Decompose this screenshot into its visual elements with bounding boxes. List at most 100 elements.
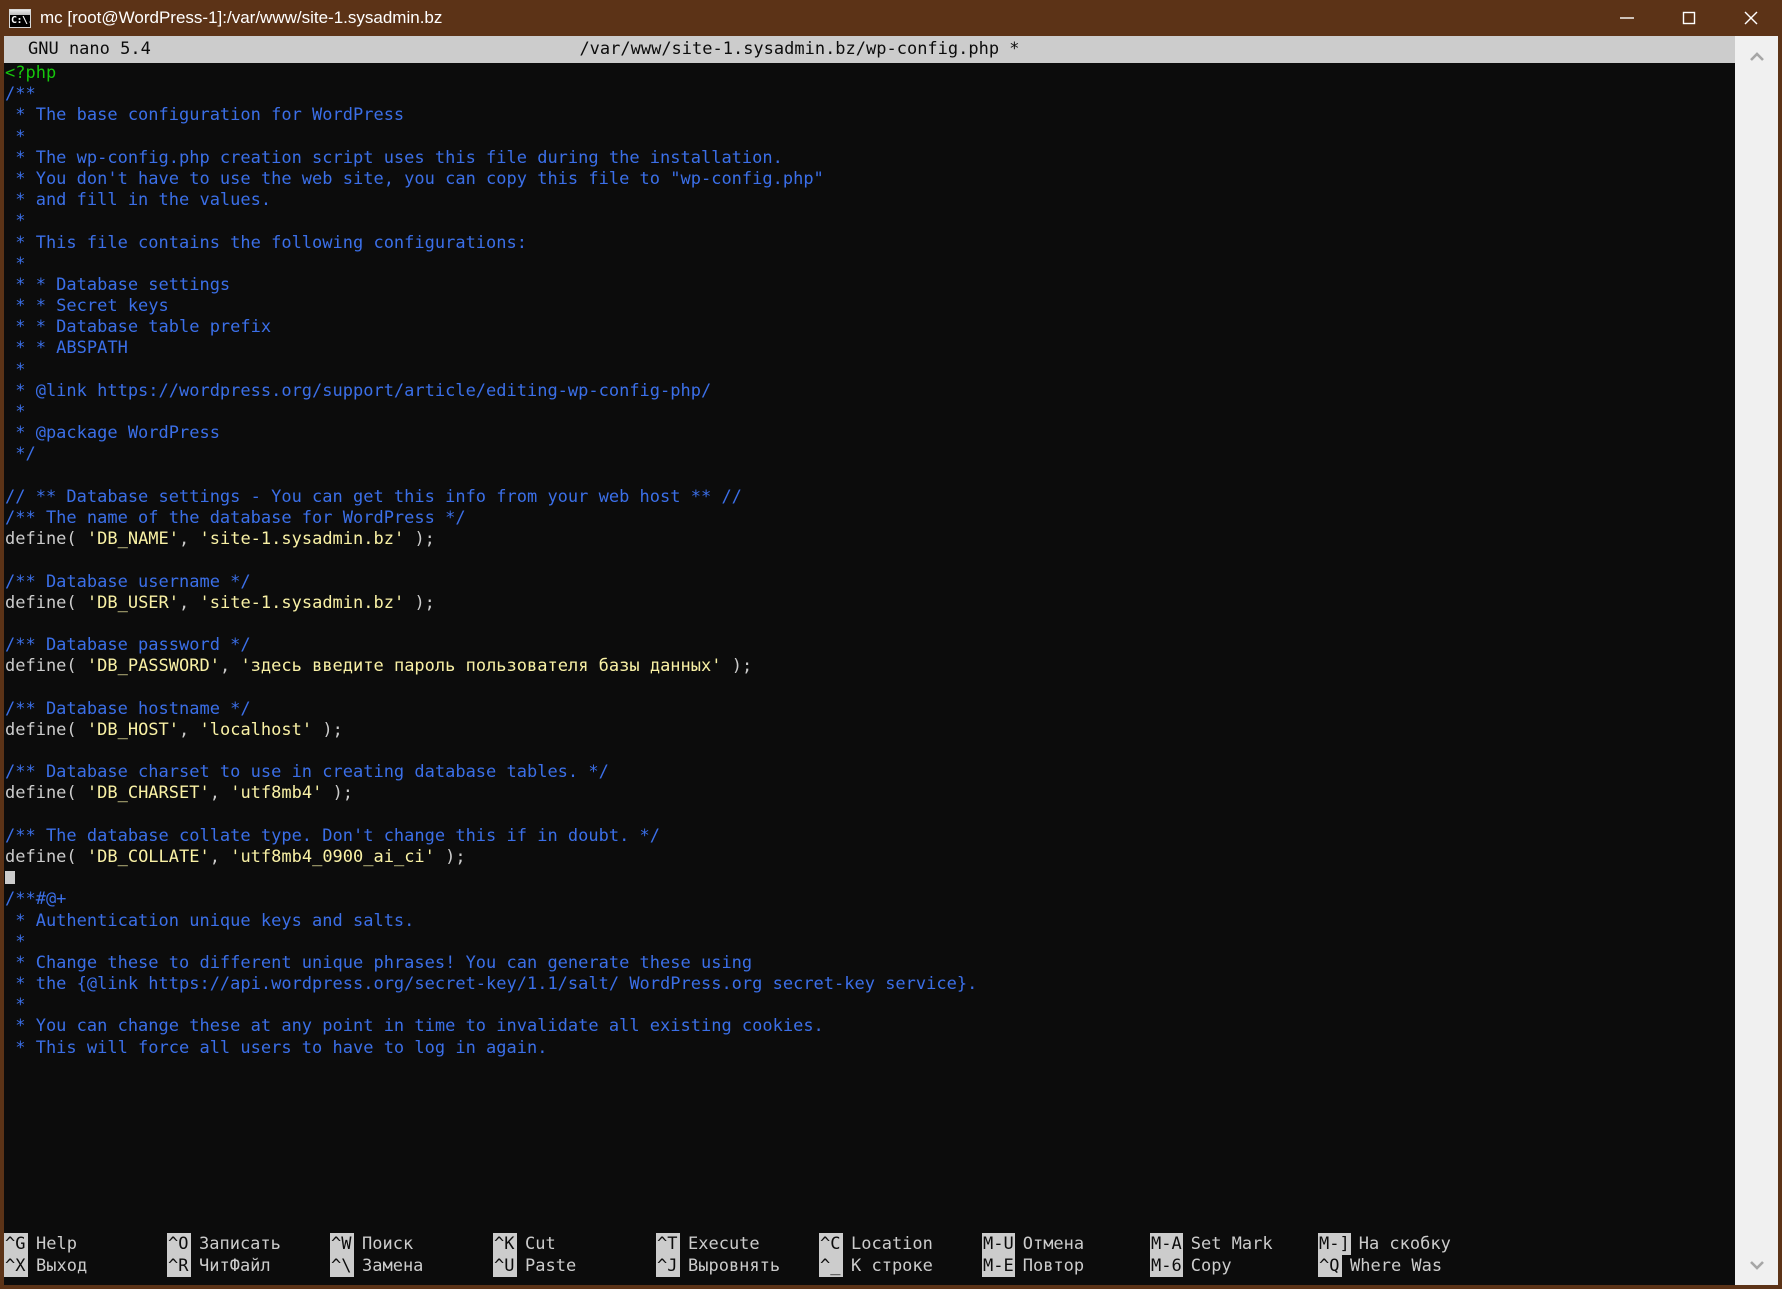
code-line: * The wp-config.php creation script uses… <box>5 148 1735 169</box>
code-line: * This file contains the following confi… <box>5 233 1735 254</box>
code-segment-string: 'здесь введите пароль пользователя базы … <box>240 656 722 677</box>
shortcut-where-was[interactable]: ^Q Where Was <box>1318 1255 1486 1277</box>
shortcut-execute[interactable]: ^T Execute <box>656 1233 819 1255</box>
shortcut-поиск[interactable]: ^W Поиск <box>330 1233 493 1255</box>
shortcut-key: M-E <box>982 1255 1015 1277</box>
code-line: * <box>5 127 1735 148</box>
code-segment-comment: * <box>5 995 26 1016</box>
shortcut-отмена[interactable]: M-U Отмена <box>982 1233 1150 1255</box>
shortcut-location[interactable]: ^C Location <box>819 1233 982 1255</box>
code-segment-string: 'site-1.sysadmin.bz' <box>199 592 405 613</box>
code-line: * the {@link https://api.wordpress.org/s… <box>5 974 1735 995</box>
code-segment-comment: * * Database table prefix <box>5 317 272 338</box>
code-line: /**#@+ <box>5 889 1735 910</box>
shortcut-label: К строке <box>851 1256 933 1276</box>
code-segment-plain: define( <box>5 529 87 550</box>
shortcut-label: Повтор <box>1022 1256 1085 1276</box>
chevron-up-icon[interactable] <box>1735 36 1778 79</box>
code-line: * <box>5 211 1735 232</box>
shortcut-key: ^G <box>4 1233 28 1255</box>
code-segment-comment: * <box>5 211 26 232</box>
terminal-screen[interactable]: GNU nano 5.4 /var/www/site-1.sysadmin.bz… <box>4 36 1735 1285</box>
shortcut-copy[interactable]: M-6 Copy <box>1150 1255 1318 1277</box>
shortcut-label: Location <box>851 1234 933 1254</box>
code-line: * <box>5 932 1735 953</box>
code-segment-string: 'utf8mb4' <box>230 783 323 804</box>
code-segment-comment: * the {@link https://api.wordpress.org/s… <box>5 974 978 995</box>
shortcut-key: ^Q <box>1318 1255 1342 1277</box>
text-cursor <box>5 871 15 885</box>
window-titlebar[interactable]: C:\. mc [root@WordPress-1]:/var/www/site… <box>0 0 1782 36</box>
code-segment-plain: ); <box>721 656 753 677</box>
shortcut-замена[interactable]: ^\ Замена <box>330 1255 493 1277</box>
maximize-button[interactable] <box>1658 0 1720 36</box>
code-segment-comment: /** Database charset to use in creating … <box>5 762 609 783</box>
shortcut-на-скобку[interactable]: M-] На скобку <box>1318 1233 1486 1255</box>
shortcut-key: M-] <box>1318 1233 1351 1255</box>
shortcut-выровнять[interactable]: ^J Выровнять <box>656 1255 819 1277</box>
shortcut-key: M-U <box>982 1233 1015 1255</box>
shortcut-key: ^R <box>167 1255 191 1277</box>
shortcut-help[interactable]: ^G Help <box>4 1233 167 1255</box>
code-segment-plain: , <box>179 719 200 740</box>
shortcut-label: На скобку <box>1358 1234 1451 1254</box>
shortcut-column: ^G Help ^X Выход <box>4 1233 167 1281</box>
window-controls <box>1596 0 1782 36</box>
scrollbar-track[interactable] <box>1735 79 1778 1242</box>
code-line: * Change these to different unique phras… <box>5 953 1735 974</box>
shortcut-повтор[interactable]: M-E Повтор <box>982 1255 1150 1277</box>
code-line: * * Database table prefix <box>5 317 1735 338</box>
window-scrollbar[interactable] <box>1735 36 1778 1285</box>
close-button[interactable] <box>1720 0 1782 36</box>
code-segment-plain: ); <box>404 592 435 613</box>
code-line: * You can change these at any point in t… <box>5 1016 1735 1037</box>
shortcut-cut[interactable]: ^K Cut <box>493 1233 656 1255</box>
shortcut-key: M-6 <box>1150 1255 1183 1277</box>
code-line: /** The name of the database for WordPre… <box>5 508 1735 529</box>
window-title: mc [root@WordPress-1]:/var/www/site-1.sy… <box>40 8 443 27</box>
nano-shortcut-bar: ^G Help ^X Выход ^O Записать ^R ЧитФайл ^W Поиск ^… <box>4 1233 1735 1281</box>
code-line: define( 'DB_HOST', 'localhost' ); <box>5 720 1735 741</box>
code-line: * <box>5 360 1735 381</box>
code-segment-plain: ); <box>434 846 466 867</box>
shortcut-выход[interactable]: ^X Выход <box>4 1255 167 1277</box>
shortcut-column: ^W Поиск ^\ Замена <box>330 1233 493 1281</box>
code-line: /** Database password */ <box>5 635 1735 656</box>
nano-text-area[interactable]: <?php/** * The base configuration for Wo… <box>4 63 1735 1059</box>
code-segment-comment: /** Database password */ <box>5 635 251 656</box>
console-icon-prompt: C:\. <box>11 14 31 26</box>
code-line: /** Database hostname */ <box>5 699 1735 720</box>
code-segment-comment: * Authentication unique keys and salts. <box>5 910 415 931</box>
shortcut-label: Paste <box>525 1256 577 1276</box>
code-segment-plain: , <box>209 846 231 867</box>
code-segment-comment: * <box>5 359 26 380</box>
code-segment-string: 'DB_CHARSET' <box>86 783 210 804</box>
chevron-down-icon[interactable] <box>1735 1242 1778 1285</box>
shortcut-label: Выход <box>36 1256 88 1276</box>
shortcut-paste[interactable]: ^U Paste <box>493 1255 656 1277</box>
shortcut-читфайл[interactable]: ^R ЧитФайл <box>167 1255 330 1277</box>
minimize-button[interactable] <box>1596 0 1658 36</box>
code-line: /** The database collate type. Don't cha… <box>5 826 1735 847</box>
shortcut-label: Замена <box>362 1256 424 1276</box>
code-segment-comment: /** The database collate type. Don't cha… <box>5 825 661 846</box>
shortcut-label: Help <box>36 1234 77 1254</box>
code-segment-string: 'DB_COLLATE' <box>86 846 210 867</box>
shortcut-записать[interactable]: ^O Записать <box>167 1233 330 1255</box>
terminal-window: C:\. mc [root@WordPress-1]:/var/www/site… <box>0 0 1782 1289</box>
code-line: define( 'DB_NAME', 'site-1.sysadmin.bz' … <box>5 529 1735 550</box>
shortcut-к-строке[interactable]: ^_ К строке <box>819 1255 982 1277</box>
code-segment-comment: /**#@+ <box>5 889 67 910</box>
shortcut-label: Execute <box>688 1234 760 1254</box>
code-segment-comment: /** <box>5 84 36 105</box>
code-segment-comment: * @package WordPress <box>5 423 220 444</box>
code-line: /** Database charset to use in creating … <box>5 762 1735 783</box>
code-line: * @package WordPress <box>5 423 1735 444</box>
shortcut-label: Set Mark <box>1190 1234 1273 1254</box>
code-segment-plain: define( <box>5 783 87 804</box>
shortcut-set-mark[interactable]: M-A Set Mark <box>1150 1233 1318 1255</box>
code-segment-comment: * <box>5 402 26 422</box>
code-segment-comment: * * Database settings <box>5 274 231 295</box>
code-segment-comment: * The base configuration for WordPress <box>5 105 405 126</box>
